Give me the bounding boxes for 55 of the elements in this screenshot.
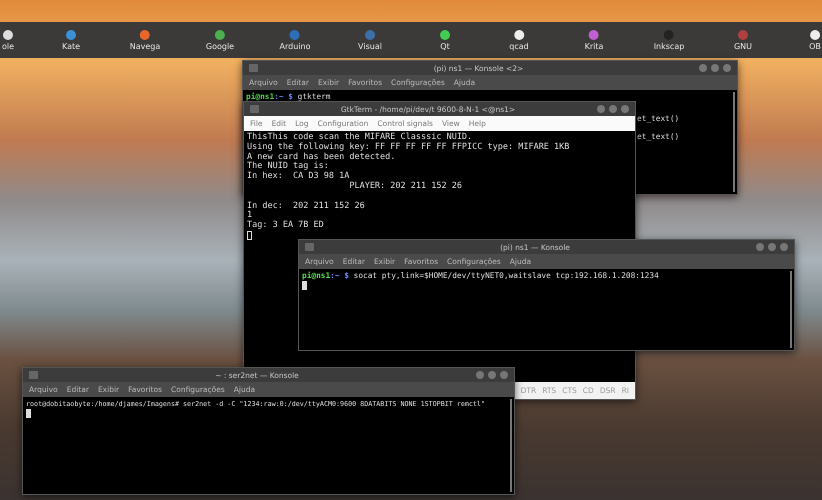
terminal-icon	[305, 243, 314, 251]
terminal-line: Tag: 3 EA 7B ED	[247, 221, 325, 231]
close-button[interactable]	[723, 64, 731, 72]
dock-item[interactable]: GNU	[734, 22, 752, 58]
app-icon	[440, 30, 450, 40]
minimize-button[interactable]	[699, 64, 707, 72]
terminal-line: ThisThis code scan the MIFARE Classsic NUID.	[247, 133, 474, 142]
close-button[interactable]	[780, 243, 788, 251]
maximize-button[interactable]	[488, 371, 496, 379]
dock-item[interactable]: Google	[206, 22, 234, 58]
scrollbar[interactable]	[733, 92, 735, 192]
dock-item[interactable]: Kate	[62, 22, 80, 58]
terminal-icon	[249, 64, 258, 72]
app-icon	[738, 30, 748, 40]
maximize-button[interactable]	[609, 105, 617, 113]
text-cursor	[302, 281, 307, 290]
app-icon	[514, 30, 524, 40]
minimize-button[interactable]	[476, 371, 484, 379]
app-icon	[810, 30, 820, 40]
terminal-line: 1	[247, 211, 254, 220]
minimize-button[interactable]	[756, 243, 764, 251]
app-icon	[365, 30, 375, 40]
text-cursor	[247, 230, 252, 240]
terminal-line: PLAYER: 202 211 152 26	[348, 182, 463, 192]
terminal-line: Using the following key: FF FF FF FF FF FFPICC type: MIFARE 1KB	[247, 142, 570, 152]
dock-item[interactable]: Krita	[584, 22, 604, 58]
dock-item[interactable]: Navega	[130, 22, 160, 58]
scrollbar[interactable]	[790, 271, 792, 348]
terminal-line: In hex: CA D3 98 1A	[247, 172, 350, 182]
app-icon	[3, 30, 13, 40]
maximize-button[interactable]	[768, 243, 776, 251]
terminal-line: In dec: 202 211 152 26	[247, 202, 366, 211]
close-button[interactable]	[621, 105, 629, 113]
terminal-line: The NUID tag is:	[247, 162, 330, 172]
app-icon	[290, 30, 300, 40]
app-icon	[589, 30, 599, 40]
dock-item[interactable]: ole	[2, 22, 14, 58]
dock-item[interactable]: Arduino	[280, 22, 310, 58]
terminal-icon	[250, 105, 259, 113]
text-cursor	[26, 409, 31, 418]
terminal-icon	[29, 371, 38, 379]
dock-item[interactable]: OB	[809, 22, 821, 58]
dock-item[interactable]: Qt	[440, 22, 450, 58]
app-icon	[215, 30, 225, 40]
close-button[interactable]	[500, 371, 508, 379]
app-icon	[140, 30, 150, 40]
dock-item[interactable]: Inkscap	[654, 22, 684, 58]
minimize-button[interactable]	[597, 105, 605, 113]
app-icon	[664, 30, 674, 40]
scrollbar[interactable]	[510, 399, 512, 492]
app-icon	[66, 30, 76, 40]
maximize-button[interactable]	[711, 64, 719, 72]
terminal-line: A new card has been detected.	[247, 152, 396, 162]
dock-item[interactable]: qcad	[509, 22, 529, 58]
dock-item[interactable]: Visual	[358, 22, 382, 58]
